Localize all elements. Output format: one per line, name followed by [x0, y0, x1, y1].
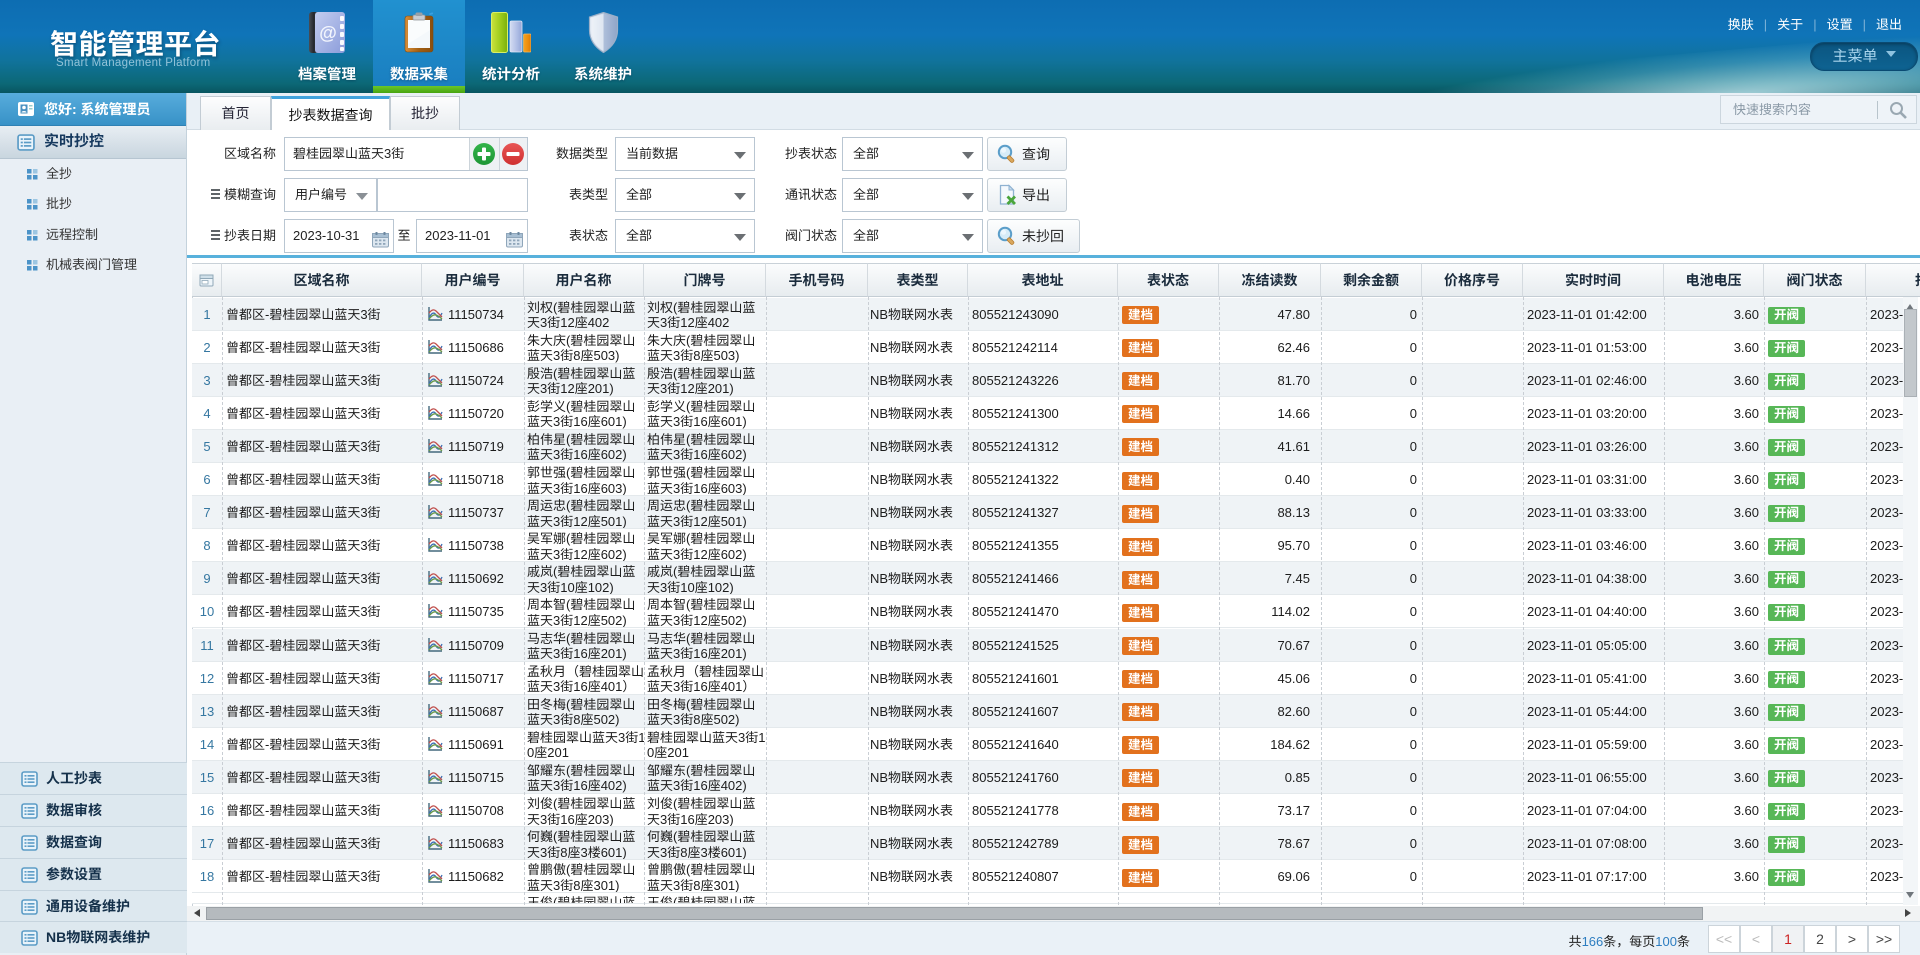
svg-text:@: @ [319, 23, 337, 43]
